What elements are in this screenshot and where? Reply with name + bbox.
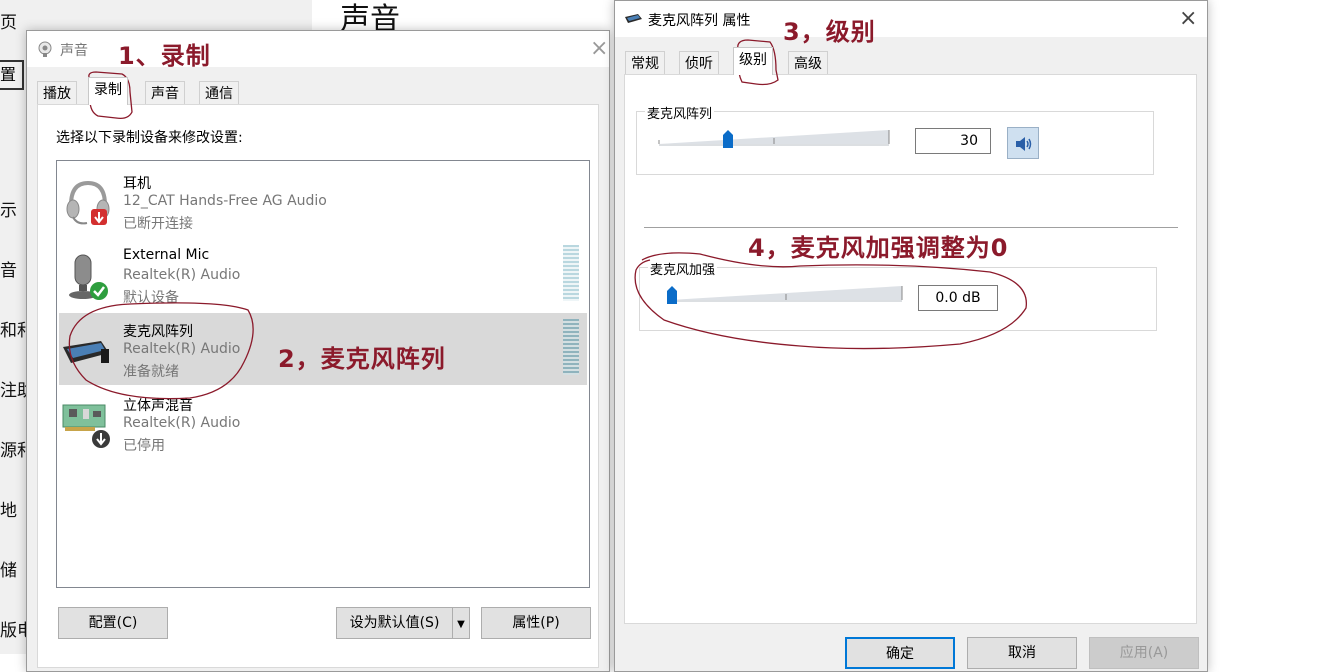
headset-icon (66, 180, 110, 225)
properties-dialog-title: 麦克风阵列 属性 (648, 13, 751, 29)
properties-dialog: 麦克风阵列 属性 × 常规 侦听 级别 高级 麦克风阵列 30 麦克风加强 0.… (614, 0, 1208, 672)
device-status: 准备就绪 (123, 364, 179, 380)
cancel-button[interactable]: 取消 (967, 637, 1077, 669)
configure-button[interactable]: 配置(C) (58, 607, 168, 639)
sound-dialog-titlebar: 声音 × (27, 31, 609, 67)
device-driver: Realtek(R) Audio (123, 267, 241, 283)
sidebar-fragment: 音 (0, 261, 17, 281)
tab-levels[interactable]: 级别 (733, 47, 773, 75)
device-status: 已断开连接 (123, 216, 193, 232)
instruction-text: 选择以下录制设备来修改设置: (56, 130, 243, 146)
sound-dialog-title: 声音 (60, 43, 88, 59)
tab-sounds[interactable]: 声音 (145, 81, 185, 105)
device-name: 麦克风阵列 (123, 324, 193, 340)
settings-button-fragment[interactable]: 置 (0, 60, 24, 90)
mute-toggle-button[interactable] (1007, 127, 1039, 159)
microphone-array-icon (63, 341, 109, 363)
annotation-step-2: 2，麦克风阵列 (278, 345, 446, 373)
device-list[interactable]: 耳机 12_CAT Hands-Free AG Audio 已断开连接 Exte… (56, 160, 590, 588)
annotation-step-1: 1、录制 (118, 42, 211, 70)
close-icon[interactable]: × (1179, 8, 1197, 30)
ok-button[interactable]: 确定 (845, 637, 955, 669)
microphone-icon (69, 254, 108, 300)
mic-array-group: 麦克风阵列 30 (636, 103, 1154, 175)
properties-dialog-titlebar: 麦克风阵列 属性 × (615, 1, 1207, 37)
device-driver: Realtek(R) Audio (123, 341, 241, 357)
set-default-dropdown[interactable]: ▼ (452, 607, 470, 639)
tab-advanced[interactable]: 高级 (788, 51, 828, 75)
device-name: 耳机 (123, 176, 151, 192)
apply-button[interactable]: 应用(A) (1089, 637, 1199, 669)
properties-button[interactable]: 属性(P) (481, 607, 591, 639)
recording-tab-panel: 选择以下录制设备来修改设置: 耳机 12_CAT Hands-Free AG A… (37, 104, 599, 668)
sidebar-fragment: 页 (0, 13, 17, 33)
list-item[interactable]: External Mic Realtek(R) Audio 默认设备 (59, 239, 587, 311)
annotation-step-3: 3，级别 (783, 18, 876, 46)
device-name: 立体声混音 (123, 398, 193, 414)
device-status: 默认设备 (123, 290, 179, 306)
sound-card-icon (62, 404, 110, 448)
tab-recording[interactable]: 录制 (88, 77, 128, 105)
tab-playback[interactable]: 播放 (37, 81, 77, 105)
tab-general[interactable]: 常规 (625, 51, 665, 75)
mic-boost-slider-thumb[interactable] (667, 286, 677, 304)
sidebar-fragment: 示 (0, 201, 17, 221)
tab-listen[interactable]: 侦听 (679, 51, 719, 75)
annotation-step-4: 4，麦克风加强调整为0 (748, 234, 1009, 262)
mic-array-label: 麦克风阵列 (645, 103, 715, 122)
sidebar-fragment: 储 (0, 561, 17, 581)
mic-array-slider-thumb[interactable] (723, 130, 733, 148)
speaker-icon (1016, 137, 1032, 151)
mic-boost-value[interactable]: 0.0 dB (918, 285, 998, 311)
device-driver: 12_CAT Hands-Free AG Audio (123, 193, 327, 209)
mic-array-slider[interactable] (657, 128, 891, 148)
microphone-array-icon (625, 14, 642, 23)
sidebar-fragment: 地 (0, 501, 17, 521)
dropdown-arrow-icon: ▼ (457, 619, 465, 630)
mic-boost-group: 麦克风加强 0.0 dB (639, 259, 1157, 331)
mic-boost-label: 麦克风加强 (648, 259, 718, 278)
set-default-button[interactable]: 设为默认值(S) (336, 607, 452, 639)
speaker-app-icon (38, 41, 52, 57)
levels-tab-panel: 麦克风阵列 30 麦克风加强 0.0 dB (624, 74, 1197, 624)
settings-button-label: 置 (0, 65, 17, 84)
device-driver: Realtek(R) Audio (123, 415, 241, 431)
tab-communications[interactable]: 通信 (199, 81, 239, 105)
close-icon[interactable]: × (590, 38, 608, 60)
device-status: 已停用 (123, 438, 165, 454)
level-meter (563, 319, 579, 375)
level-meter (563, 245, 579, 301)
mic-array-value[interactable]: 30 (915, 128, 991, 154)
device-name: External Mic (123, 247, 210, 263)
list-item[interactable]: 立体声混音 Realtek(R) Audio 已停用 (59, 387, 587, 459)
mic-boost-slider[interactable] (668, 284, 904, 304)
list-item[interactable]: 耳机 12_CAT Hands-Free AG Audio 已断开连接 (59, 165, 587, 237)
